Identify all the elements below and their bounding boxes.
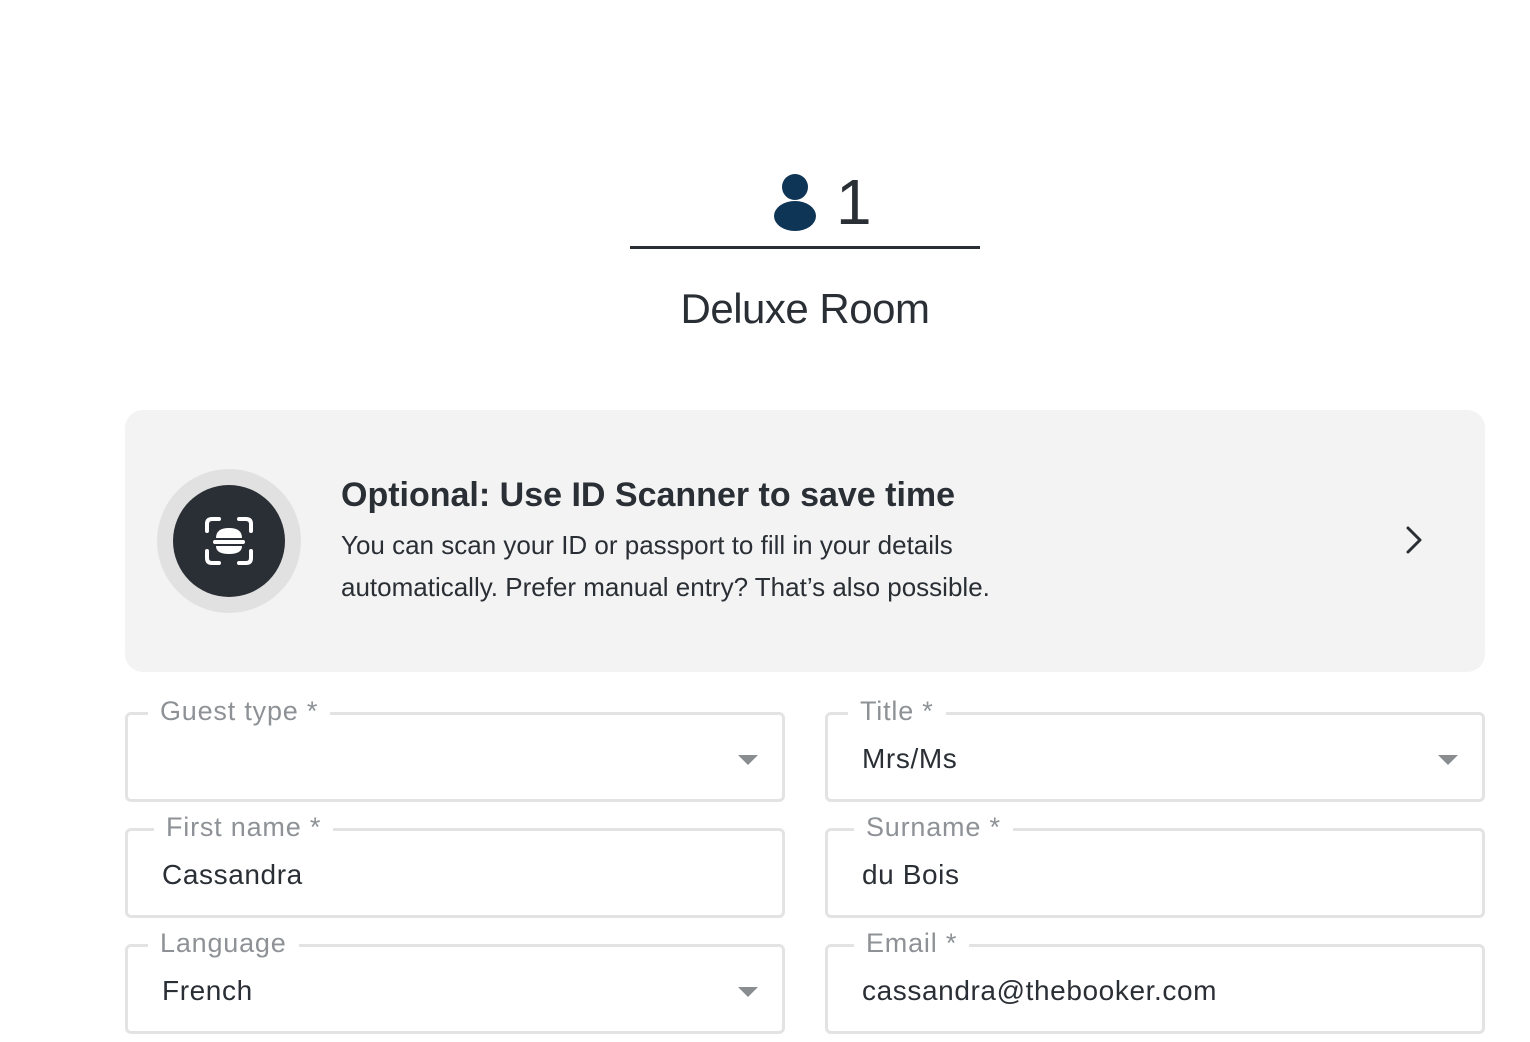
- title-select[interactable]: Title * Mrs/Ms: [825, 693, 1485, 802]
- title-label: Title *: [848, 693, 946, 729]
- email-label: Email *: [854, 925, 970, 961]
- id-scanner-description: You can scan your ID or passport to fill…: [341, 530, 990, 602]
- guest-number: 1: [836, 166, 872, 238]
- id-scanner-title: Optional: Use ID Scanner to save time: [341, 476, 956, 514]
- email-value: cassandra@thebooker.com: [862, 975, 1218, 1006]
- dropdown-arrow-icon: [1438, 755, 1458, 765]
- id-scanner-card[interactable]: Optional: Use ID Scanner to save time Yo…: [125, 410, 1485, 672]
- first-name-value: Cassandra: [162, 859, 303, 890]
- language-select[interactable]: Language French: [125, 925, 785, 1034]
- language-label: Language: [148, 925, 299, 961]
- email-field[interactable]: Email * cassandra@thebooker.com: [825, 925, 1485, 1034]
- dropdown-arrow-icon: [738, 755, 758, 765]
- id-scanner-icon-wrapper: [157, 469, 301, 613]
- guest-details-page: 1 Deluxe Room Optional: Use ID Scanner t…: [0, 0, 1530, 1042]
- chevron-right-icon: [1401, 525, 1427, 560]
- surname-label: Surname *: [854, 809, 1013, 845]
- first-name-label: First name *: [154, 809, 334, 845]
- dropdown-arrow-icon: [738, 987, 758, 997]
- surname-value: du Bois: [862, 859, 960, 890]
- room-name: Deluxe Room: [680, 285, 930, 332]
- first-name-field[interactable]: First name * Cassandra: [125, 809, 785, 918]
- language-value: French: [162, 975, 253, 1006]
- surname-field[interactable]: Surname * du Bois: [825, 809, 1485, 918]
- title-value: Mrs/Ms: [862, 743, 958, 774]
- person-icon: [773, 172, 817, 237]
- guest-type-label: Guest type *: [148, 693, 331, 729]
- id-scan-icon: [173, 485, 285, 597]
- guest-type-select[interactable]: Guest type *: [125, 693, 785, 802]
